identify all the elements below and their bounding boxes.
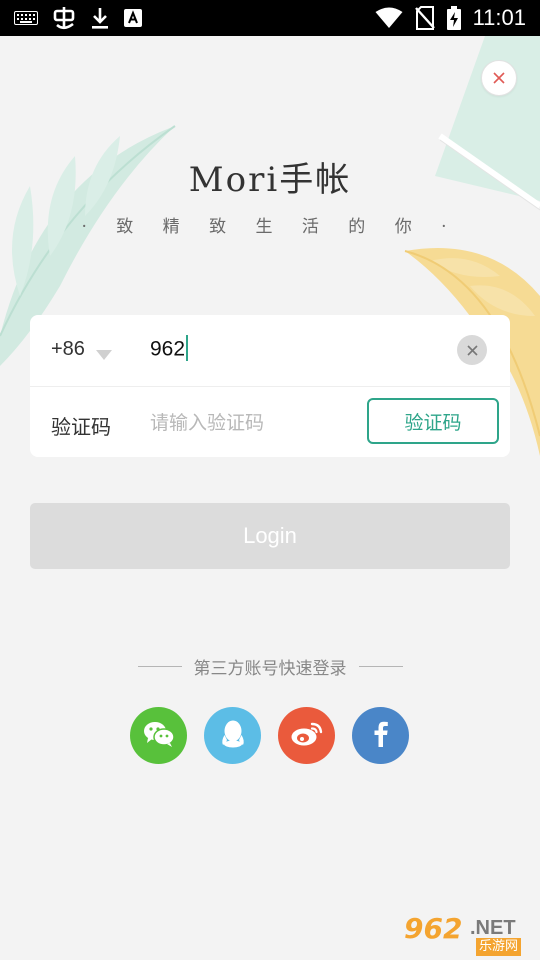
- third-party-label: 第三方账号快速登录: [193, 659, 347, 679]
- facebook-icon: [374, 721, 388, 751]
- keyboard-icon: [14, 11, 38, 25]
- status-bar: 11:01: [0, 0, 540, 36]
- divider-line: [137, 666, 182, 667]
- battery-charging-icon: [446, 6, 461, 30]
- qq-login-button[interactable]: [204, 707, 261, 764]
- weibo-icon: [290, 720, 324, 752]
- get-code-button[interactable]: 验证码: [367, 398, 499, 444]
- weibo-login-button[interactable]: [278, 707, 335, 764]
- wechat-login-button[interactable]: [130, 707, 187, 764]
- wifi-icon: [375, 7, 403, 29]
- qq-icon: [221, 719, 245, 753]
- clear-phone-button[interactable]: [457, 335, 487, 365]
- app-slogan: · 致 精 致 生 活 的 你 ·: [81, 217, 459, 237]
- wechat-icon: [143, 720, 175, 752]
- close-button[interactable]: [481, 60, 517, 96]
- phone-row: +86 962: [30, 315, 510, 387]
- code-label: 验证码: [51, 415, 111, 439]
- watermark-logo: 962 .NET 乐游网: [398, 912, 536, 958]
- no-sim-icon: [414, 6, 435, 30]
- status-left-icons: [14, 0, 142, 36]
- status-time: 11:01: [472, 5, 526, 30]
- phone-input-value: 962: [150, 337, 186, 361]
- login-button[interactable]: Login: [30, 503, 510, 569]
- watermark-sub: 乐游网: [476, 938, 522, 956]
- verification-row: 验证码 验证码: [30, 387, 510, 458]
- watermark-suffix: .NET: [470, 917, 516, 939]
- close-icon: [493, 69, 505, 88]
- a-box-icon: [124, 9, 142, 27]
- third-party-title: 第三方账号快速登录: [0, 654, 540, 679]
- facebook-login-button[interactable]: [352, 707, 409, 764]
- dropdown-arrow-icon[interactable]: [96, 345, 112, 364]
- divider-line: [358, 666, 403, 667]
- login-form-card: +86 962 验证码 验证码: [30, 315, 510, 457]
- watermark-number: 962: [404, 912, 463, 945]
- phone-input[interactable]: 962: [150, 335, 189, 363]
- app-title: Mori手帐: [188, 160, 352, 200]
- clear-icon: [466, 341, 478, 360]
- verification-code-input[interactable]: [150, 405, 365, 441]
- bug-icon: [52, 5, 76, 31]
- status-right-icons: 11:01: [375, 0, 526, 36]
- text-cursor: [186, 335, 189, 361]
- download-icon: [90, 6, 110, 30]
- country-code[interactable]: +86: [51, 338, 85, 361]
